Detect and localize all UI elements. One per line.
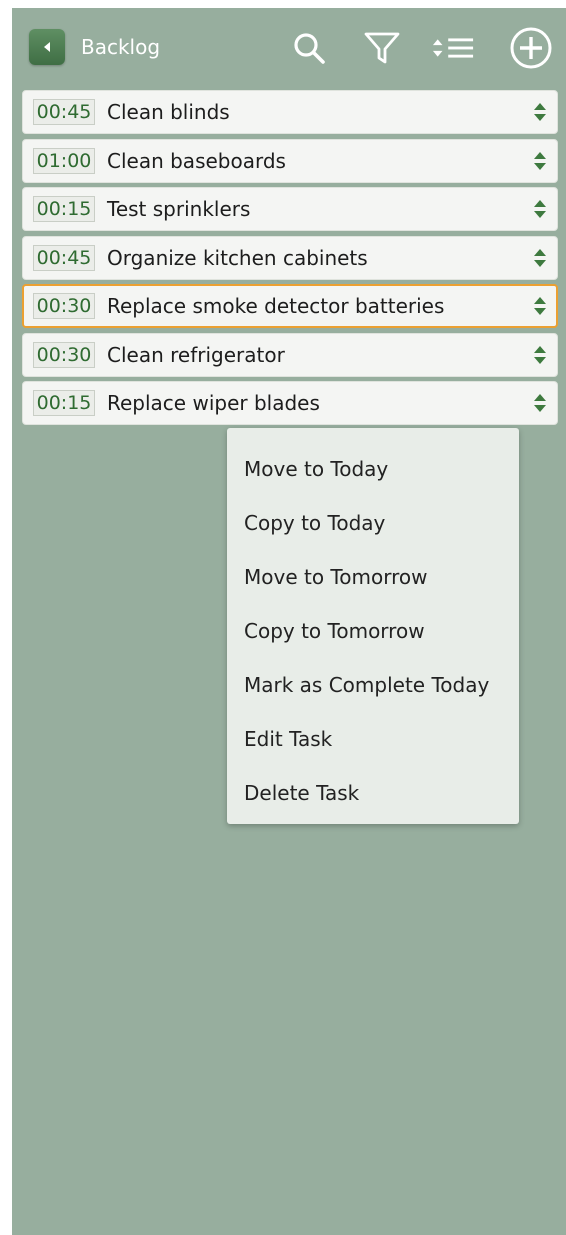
task-name: Replace smoke detector batteries [107,294,445,318]
task-row[interactable]: 01:00 Clean baseboards [22,138,558,183]
header-bar: Backlog [12,8,566,86]
sort-button[interactable] [431,26,475,70]
task-duration: 00:30 [33,293,95,319]
reorder-handle-icon[interactable] [533,248,547,268]
task-name: Organize kitchen cabinets [107,245,368,270]
search-icon [294,33,325,64]
reorder-handle-icon[interactable] [533,151,547,171]
search-button[interactable] [287,26,331,70]
task-row[interactable]: 00:15 Test sprinklers [22,187,558,231]
filter-icon [364,32,400,64]
task-duration: 00:45 [33,244,95,271]
menu-item-delete-task[interactable]: Delete Task [227,766,519,820]
task-row[interactable]: 00:45 Clean blinds [22,90,558,134]
menu-item-move-to-today[interactable]: Move to Today [227,442,519,496]
add-circle-icon [510,27,552,69]
reorder-handle-icon[interactable] [533,393,547,413]
sort-list-icon [432,38,474,58]
reorder-handle-icon[interactable] [533,345,547,365]
page-title: Backlog [81,35,161,59]
reorder-handle-icon[interactable] [533,102,547,122]
menu-item-mark-complete-today[interactable]: Mark as Complete Today [227,658,519,712]
add-button[interactable] [509,26,553,70]
app-screen: Backlog 00:45 Clean blinds 01:00 Clean b… [12,8,566,1235]
back-arrow-icon [44,42,50,52]
menu-item-copy-to-tomorrow[interactable]: Copy to Tomorrow [227,604,519,658]
task-name: Test sprinklers [107,197,251,221]
filter-button[interactable] [360,26,404,70]
back-button[interactable] [29,29,65,65]
task-duration: 01:00 [33,147,95,174]
task-row-selected[interactable]: 00:30 Replace smoke detector batteries [22,284,558,328]
task-row[interactable]: 00:45 Organize kitchen cabinets [22,235,558,280]
menu-item-edit-task[interactable]: Edit Task [227,712,519,766]
task-name: Clean baseboards [107,148,286,173]
task-duration: 00:45 [33,99,95,125]
task-row[interactable]: 00:30 Clean refrigerator [22,332,558,377]
task-name: Replace wiper blades [107,391,320,415]
menu-item-move-to-tomorrow[interactable]: Move to Tomorrow [227,550,519,604]
task-context-menu: Move to Today Copy to Today Move to Tomo… [227,428,519,824]
reorder-handle-icon[interactable] [533,296,547,316]
menu-item-copy-to-today[interactable]: Copy to Today [227,496,519,550]
task-duration: 00:15 [33,196,95,222]
task-duration: 00:30 [33,341,95,368]
task-name: Clean refrigerator [107,342,285,367]
reorder-handle-icon[interactable] [533,199,547,219]
task-row[interactable]: 00:15 Replace wiper blades [22,381,558,425]
task-duration: 00:15 [33,390,95,416]
task-list: 00:45 Clean blinds 01:00 Clean baseboard… [22,90,558,430]
task-name: Clean blinds [107,100,230,124]
